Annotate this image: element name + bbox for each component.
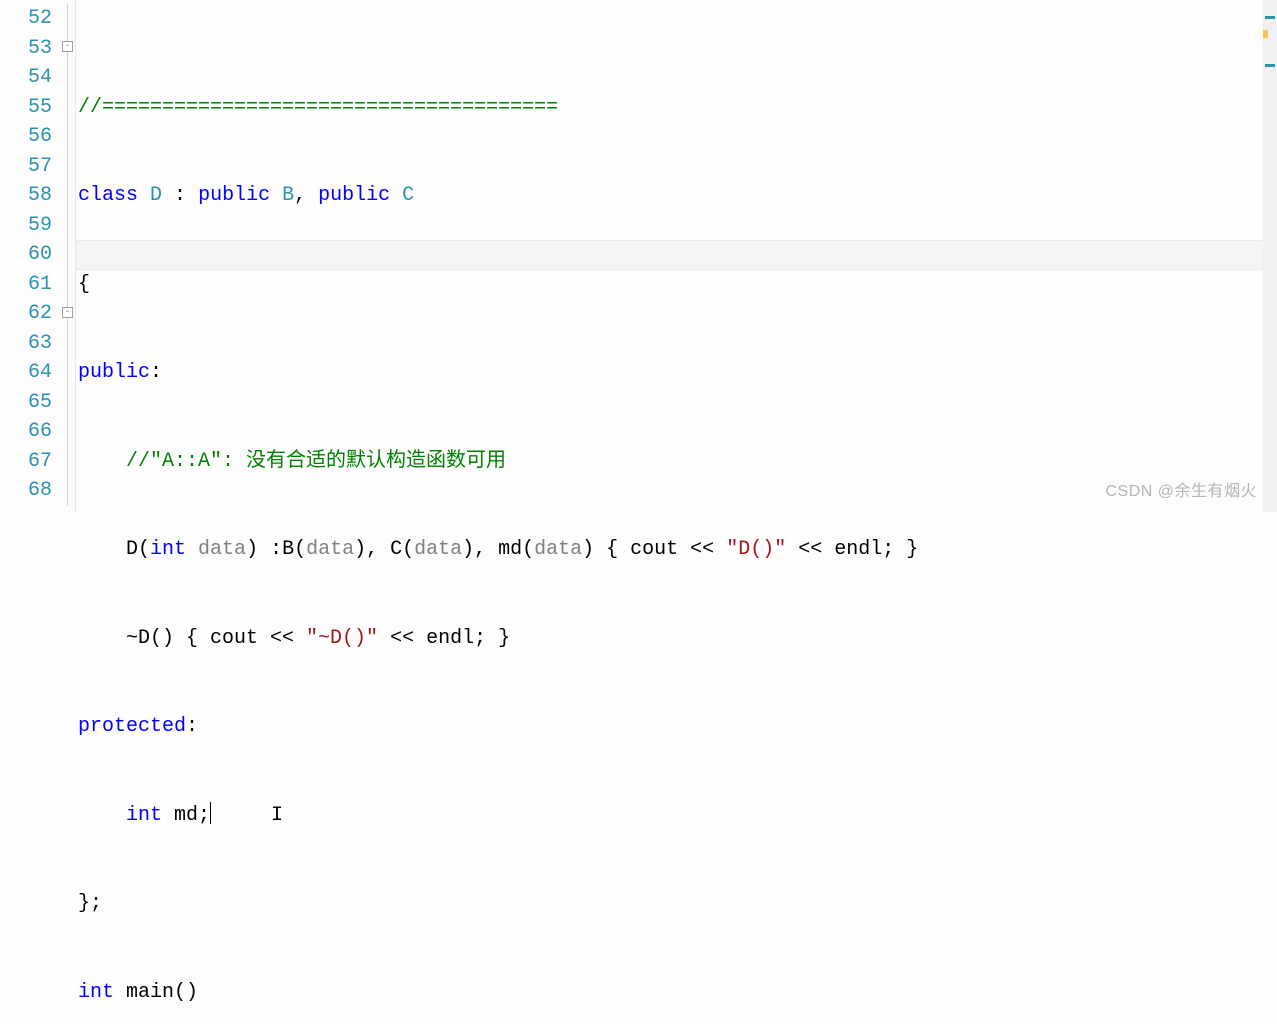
line-number: 63 bbox=[0, 329, 52, 359]
code-line: protected: bbox=[78, 712, 1277, 742]
watermark: CSDN @余生有烟火 bbox=[1105, 477, 1257, 507]
code-area[interactable]: //======================================… bbox=[76, 0, 1277, 512]
code-line: public: bbox=[78, 358, 1277, 388]
line-number: 56 bbox=[0, 122, 52, 152]
line-number: 52 bbox=[0, 4, 52, 34]
line-number: 65 bbox=[0, 388, 52, 418]
line-number: 66 bbox=[0, 417, 52, 447]
line-number: 60 bbox=[0, 240, 52, 270]
scroll-edit-marker bbox=[1263, 34, 1268, 38]
line-number: 68 bbox=[0, 476, 52, 506]
line-number: 62 bbox=[0, 299, 52, 329]
code-line: ~D() { cout << "~D()" << endl; } bbox=[78, 624, 1277, 654]
line-number: 64 bbox=[0, 358, 52, 388]
line-number: 54 bbox=[0, 63, 52, 93]
fold-toggle-icon[interactable]: - bbox=[62, 41, 73, 52]
fold-column: - - bbox=[60, 0, 76, 512]
code-line: { bbox=[78, 270, 1277, 300]
code-editor[interactable]: 52 53 54 55 56 57 58 59 60 61 62 63 64 6… bbox=[0, 0, 1277, 512]
line-number: 58 bbox=[0, 181, 52, 211]
line-number: 57 bbox=[0, 152, 52, 182]
line-number: 59 bbox=[0, 211, 52, 241]
code-line: class D : public B, public C bbox=[78, 181, 1277, 211]
text-cursor bbox=[210, 802, 211, 824]
line-number: 55 bbox=[0, 93, 52, 123]
scroll-marker bbox=[1265, 64, 1275, 67]
scroll-marker bbox=[1265, 16, 1275, 19]
code-line: int main() bbox=[78, 978, 1277, 1008]
fold-toggle-icon[interactable]: - bbox=[62, 307, 73, 318]
code-line: //====================================== bbox=[78, 93, 1277, 123]
line-number-gutter: 52 53 54 55 56 57 58 59 60 61 62 63 64 6… bbox=[0, 0, 60, 512]
code-line: D(int data) :B(data), C(data), md(data) … bbox=[78, 535, 1277, 565]
code-line: //"A::A": 没有合适的默认构造函数可用 bbox=[78, 447, 1277, 477]
code-line: int md; I bbox=[78, 801, 1277, 831]
line-number: 67 bbox=[0, 447, 52, 477]
code-line: }; bbox=[78, 889, 1277, 919]
current-line-highlight bbox=[76, 240, 1277, 270]
line-number: 61 bbox=[0, 270, 52, 300]
vertical-scrollbar[interactable] bbox=[1263, 0, 1277, 512]
line-number: 53 bbox=[0, 34, 52, 64]
